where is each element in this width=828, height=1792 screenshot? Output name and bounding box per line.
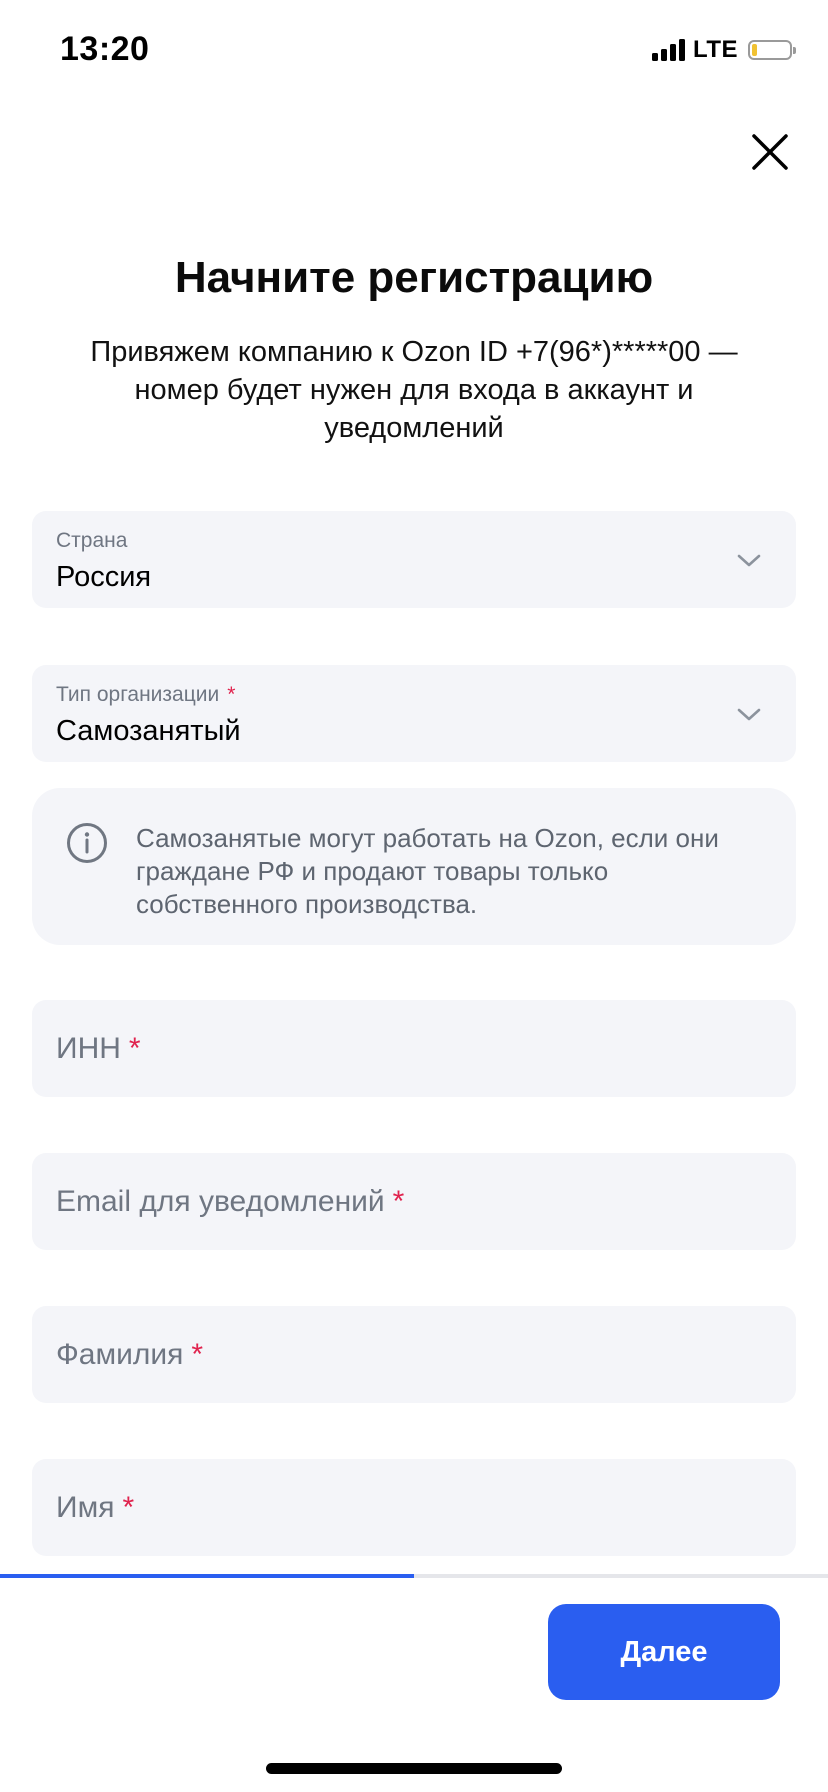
signal-icon (651, 39, 685, 61)
self-employed-info: Самозанятые могут работать на Ozon, если… (32, 788, 796, 945)
progress-fill (0, 1574, 414, 1578)
battery-icon (748, 40, 796, 60)
page-title: Начните регистрацию (174, 253, 654, 302)
org-type-value: Самозанятый (56, 715, 241, 747)
inn-placeholder: ИНН * (56, 1000, 141, 1097)
org-type-label-text: Тип организации (56, 683, 220, 706)
email-placeholder: Email для уведомлений * (56, 1153, 404, 1250)
next-button[interactable]: Далее (548, 1604, 780, 1700)
progress-bar (0, 1574, 828, 1578)
first-name-placeholder-text: Имя (56, 1490, 115, 1524)
org-type-select[interactable]: Тип организации * Самозанятый (32, 665, 796, 762)
required-mark: * (122, 1490, 135, 1524)
email-placeholder-text: Email для уведомлений (56, 1184, 385, 1218)
close-button[interactable] (748, 130, 792, 174)
info-text: Самозанятые могут работать на Ozon, если… (136, 823, 719, 919)
country-select[interactable]: Страна Россия (32, 511, 796, 608)
status-indicators: LTE (651, 36, 796, 64)
required-mark: * (128, 1031, 141, 1065)
chevron-down-icon (737, 554, 761, 567)
country-label: Страна (56, 529, 128, 552)
network-label: LTE (692, 36, 738, 63)
country-value: Россия (56, 561, 152, 593)
close-icon (752, 134, 788, 170)
inn-placeholder-text: ИНН (56, 1031, 121, 1065)
last-name-input[interactable]: Фамилия * (32, 1306, 796, 1403)
page-subtitle: Привяжем компанию к Ozon ID +7(96*)*****… (90, 336, 738, 444)
org-type-label: Тип организации * (56, 683, 235, 707)
email-input[interactable]: Email для уведомлений * (32, 1153, 796, 1250)
required-mark: * (392, 1184, 405, 1218)
last-name-placeholder: Фамилия * (56, 1306, 203, 1403)
required-mark: * (191, 1337, 204, 1371)
registration-screen: 13:20 LTE Начните регистрацию Привяжем к… (0, 0, 828, 1792)
inn-input[interactable]: ИНН * (32, 1000, 796, 1097)
last-name-placeholder-text: Фамилия (56, 1337, 184, 1371)
required-mark: * (227, 683, 236, 706)
first-name-input[interactable]: Имя * (32, 1459, 796, 1556)
battery-level (752, 44, 757, 56)
chevron-down-icon (737, 708, 761, 721)
status-time: 13:20 (60, 30, 150, 68)
first-name-placeholder: Имя * (56, 1459, 134, 1556)
home-indicator[interactable] (266, 1763, 562, 1774)
info-icon (67, 823, 107, 863)
